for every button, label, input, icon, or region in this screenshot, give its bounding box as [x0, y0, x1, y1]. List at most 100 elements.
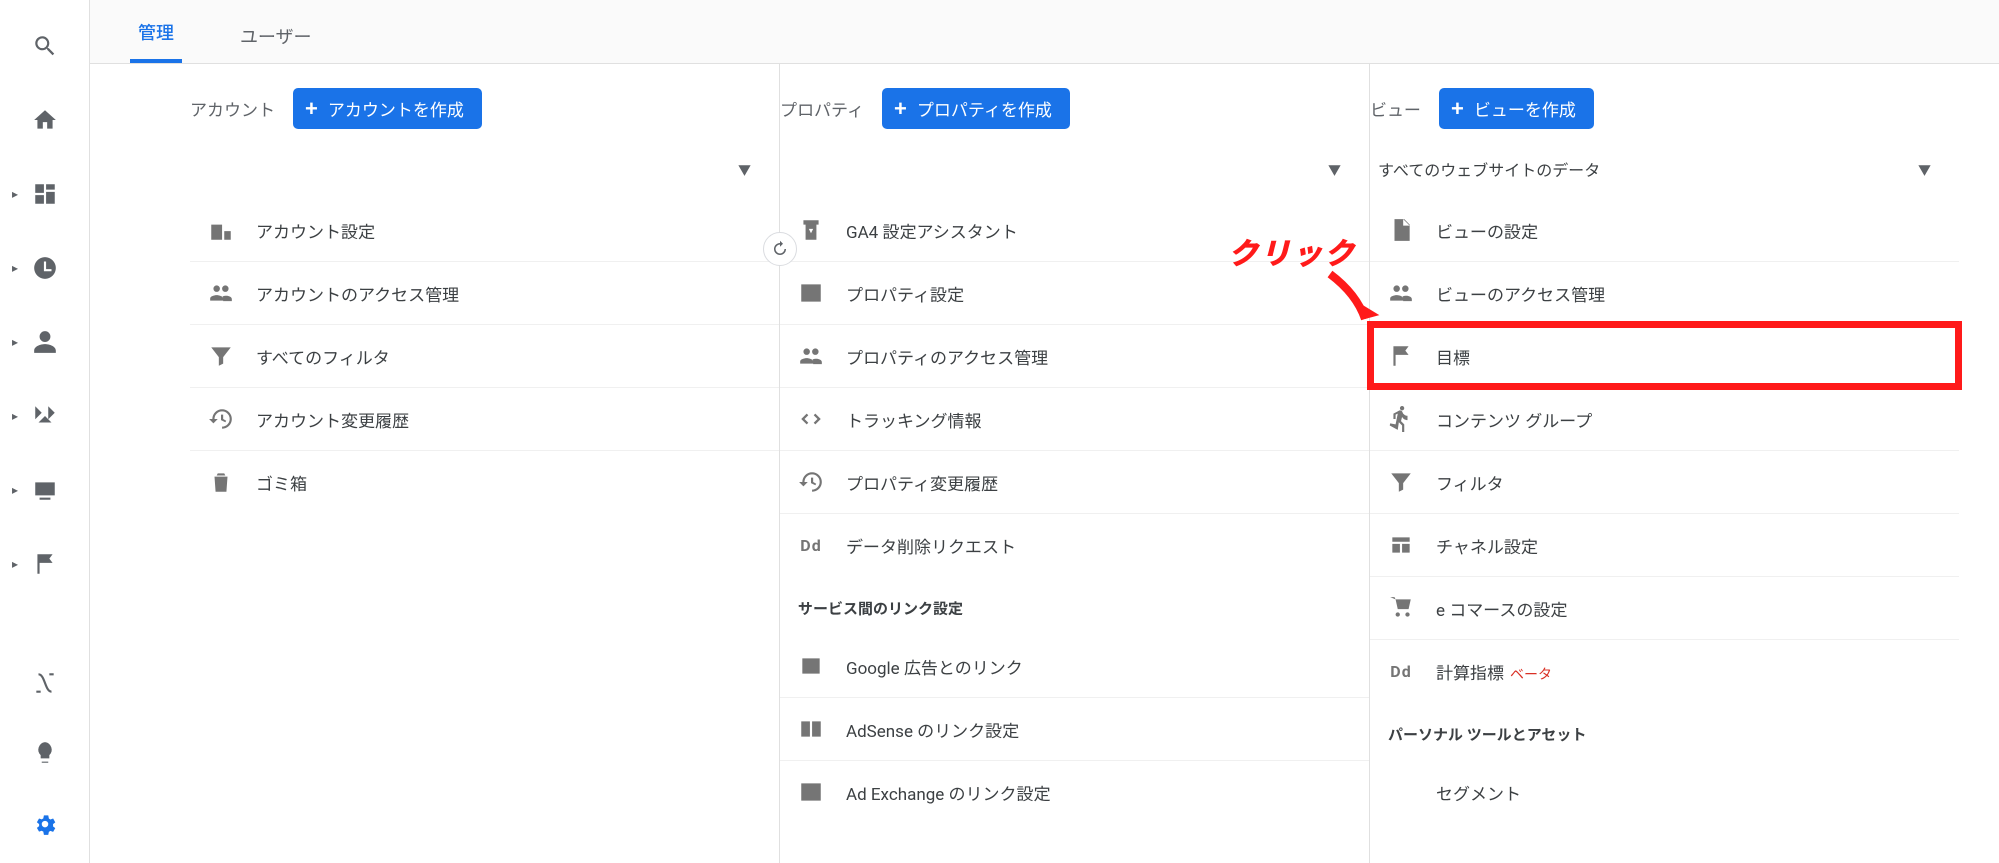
plus-icon: + — [305, 98, 318, 120]
view-selected: すべてのウェブサイトのデータ — [1378, 157, 1600, 181]
account-settings[interactable]: アカウント設定 — [190, 199, 779, 261]
nav-audience[interactable]: ▸ — [0, 320, 89, 364]
caret-icon: ▸ — [12, 483, 18, 497]
tab-admin[interactable]: 管理 — [130, 1, 182, 63]
adexchange-link[interactable]: Ad Exchange のリンク設定 — [780, 760, 1369, 823]
property-selector[interactable]: ▼ — [780, 149, 1369, 189]
menu-label: プロパティ設定 — [846, 281, 964, 306]
chevron-down-icon: ▼ — [1918, 160, 1931, 179]
plus-icon: + — [894, 98, 907, 120]
create-property-label: プロパティを作成 — [917, 96, 1052, 121]
nav-search[interactable] — [0, 24, 89, 68]
search-icon — [32, 33, 58, 59]
menu-label: トラッキング情報 — [846, 407, 982, 432]
menu-label: すべてのフィルタ — [256, 344, 390, 369]
nav-discover[interactable] — [0, 731, 89, 775]
menu-label: 計算指標 — [1436, 664, 1504, 684]
menu-label: コンテンツ グループ — [1436, 407, 1592, 432]
assistant-icon — [798, 217, 824, 243]
google-ads-link[interactable]: Google 広告とのリンク — [780, 635, 1369, 697]
account-history[interactable]: アカウント変更履歴 — [190, 387, 779, 450]
menu-label: GA4 設定アシスタント — [846, 218, 1018, 243]
menu-label: プロパティのアクセス管理 — [846, 344, 1048, 369]
property-links-title: サービス間のリンク設定 — [780, 576, 1369, 625]
attribution-icon — [32, 670, 58, 696]
running-icon — [1388, 406, 1414, 432]
column-property: プロパティ + プロパティを作成 ▼ GA4 設定アシスタント プロパティ設定 … — [780, 64, 1370, 863]
view-channel[interactable]: チャネル設定 — [1370, 513, 1959, 576]
menu-label: アカウント変更履歴 — [256, 407, 409, 432]
flag-icon — [1388, 343, 1414, 369]
menu-label: フィルタ — [1436, 470, 1504, 495]
account-access[interactable]: アカウントのアクセス管理 — [190, 261, 779, 324]
property-history[interactable]: プロパティ変更履歴 — [780, 450, 1369, 513]
data-deletion[interactable]: Dd データ削除リクエスト — [780, 513, 1369, 576]
trash-icon — [208, 469, 234, 495]
account-filters[interactable]: すべてのフィルタ — [190, 324, 779, 387]
nav-customization[interactable]: ▸ — [0, 172, 89, 216]
create-view-button[interactable]: + ビューを作成 — [1439, 88, 1594, 129]
menu-label: Google 広告とのリンク — [846, 654, 1023, 679]
create-property-button[interactable]: + プロパティを作成 — [882, 88, 1070, 129]
tab-users[interactable]: ユーザー — [232, 5, 320, 63]
view-calc-metrics[interactable]: Dd計算指標ベータ — [1370, 639, 1959, 702]
behavior-icon — [32, 477, 58, 503]
link-account-property-icon[interactable] — [763, 232, 797, 266]
clock-icon — [32, 255, 58, 281]
create-account-button[interactable]: + アカウントを作成 — [293, 88, 482, 129]
view-settings[interactable]: ビューの設定 — [1370, 199, 1959, 261]
column-view: クリック ビュー + ビューを作成 すべてのウェブサイトのデータ ▼ — [1370, 64, 1959, 863]
account-trash[interactable]: ゴミ箱 — [190, 450, 779, 513]
nav-admin[interactable] — [0, 801, 89, 845]
history-icon — [208, 406, 234, 432]
caret-icon: ▸ — [12, 187, 18, 201]
tracking-info[interactable]: トラッキング情報 — [780, 387, 1369, 450]
history-icon — [798, 469, 824, 495]
property-access[interactable]: プロパティのアクセス管理 — [780, 324, 1369, 387]
caret-icon: ▸ — [12, 557, 18, 571]
view-segments[interactable]: セグメント — [1370, 761, 1959, 823]
nav-attribution[interactable] — [0, 661, 89, 705]
chevron-down-icon: ▼ — [738, 160, 751, 179]
caret-icon: ▸ — [12, 335, 18, 349]
account-selector[interactable]: ▼ — [190, 149, 779, 189]
view-personal-title: パーソナル ツールとアセット — [1370, 702, 1959, 751]
nav-acquisition[interactable]: ▸ — [0, 394, 89, 438]
view-goals[interactable]: 目標 — [1370, 324, 1959, 387]
gear-icon — [32, 810, 58, 836]
acquisition-icon — [32, 403, 58, 429]
cart-icon — [1388, 595, 1414, 621]
account-title: アカウント — [190, 96, 275, 121]
adsense-link[interactable]: AdSense のリンク設定 — [780, 697, 1369, 760]
file-icon — [1388, 217, 1414, 243]
menu-label: アカウント設定 — [256, 218, 375, 243]
view-filters[interactable]: フィルタ — [1370, 450, 1959, 513]
view-ecommerce[interactable]: e コマースの設定 — [1370, 576, 1959, 639]
nav-rail: ▸ ▸ ▸ ▸ ▸ ▸ — [0, 0, 90, 863]
nav-behavior[interactable]: ▸ — [0, 468, 89, 512]
ga4-assistant[interactable]: GA4 設定アシスタント — [780, 199, 1369, 261]
people-icon — [798, 343, 824, 369]
segments-icon — [1388, 779, 1414, 805]
property-settings[interactable]: プロパティ設定 — [780, 261, 1369, 324]
dd-icon: Dd — [798, 532, 824, 558]
nav-home[interactable] — [0, 98, 89, 142]
menu-label: データ削除リクエスト — [846, 533, 1016, 558]
view-selector[interactable]: すべてのウェブサイトのデータ ▼ — [1370, 149, 1959, 189]
bulb-icon — [32, 740, 58, 766]
funnel-icon — [1388, 469, 1414, 495]
beta-badge: ベータ — [1510, 667, 1552, 683]
nav-realtime[interactable]: ▸ — [0, 246, 89, 290]
property-links: Google 広告とのリンク AdSense のリンク設定 Ad Exchang… — [780, 635, 1369, 823]
menu-label: アカウントのアクセス管理 — [256, 281, 459, 306]
view-content-groups[interactable]: コンテンツ グループ — [1370, 387, 1959, 450]
home-icon — [32, 107, 58, 133]
menu-label: ビューのアクセス管理 — [1436, 281, 1605, 306]
menu-label: ゴミ箱 — [256, 470, 307, 495]
dashboard-icon — [32, 181, 58, 207]
view-access[interactable]: ビューのアクセス管理 — [1370, 261, 1959, 324]
flag-icon — [32, 551, 58, 577]
create-account-label: アカウントを作成 — [328, 96, 464, 121]
menu-label: セグメント — [1436, 780, 1521, 805]
nav-conversions[interactable]: ▸ — [0, 542, 89, 586]
